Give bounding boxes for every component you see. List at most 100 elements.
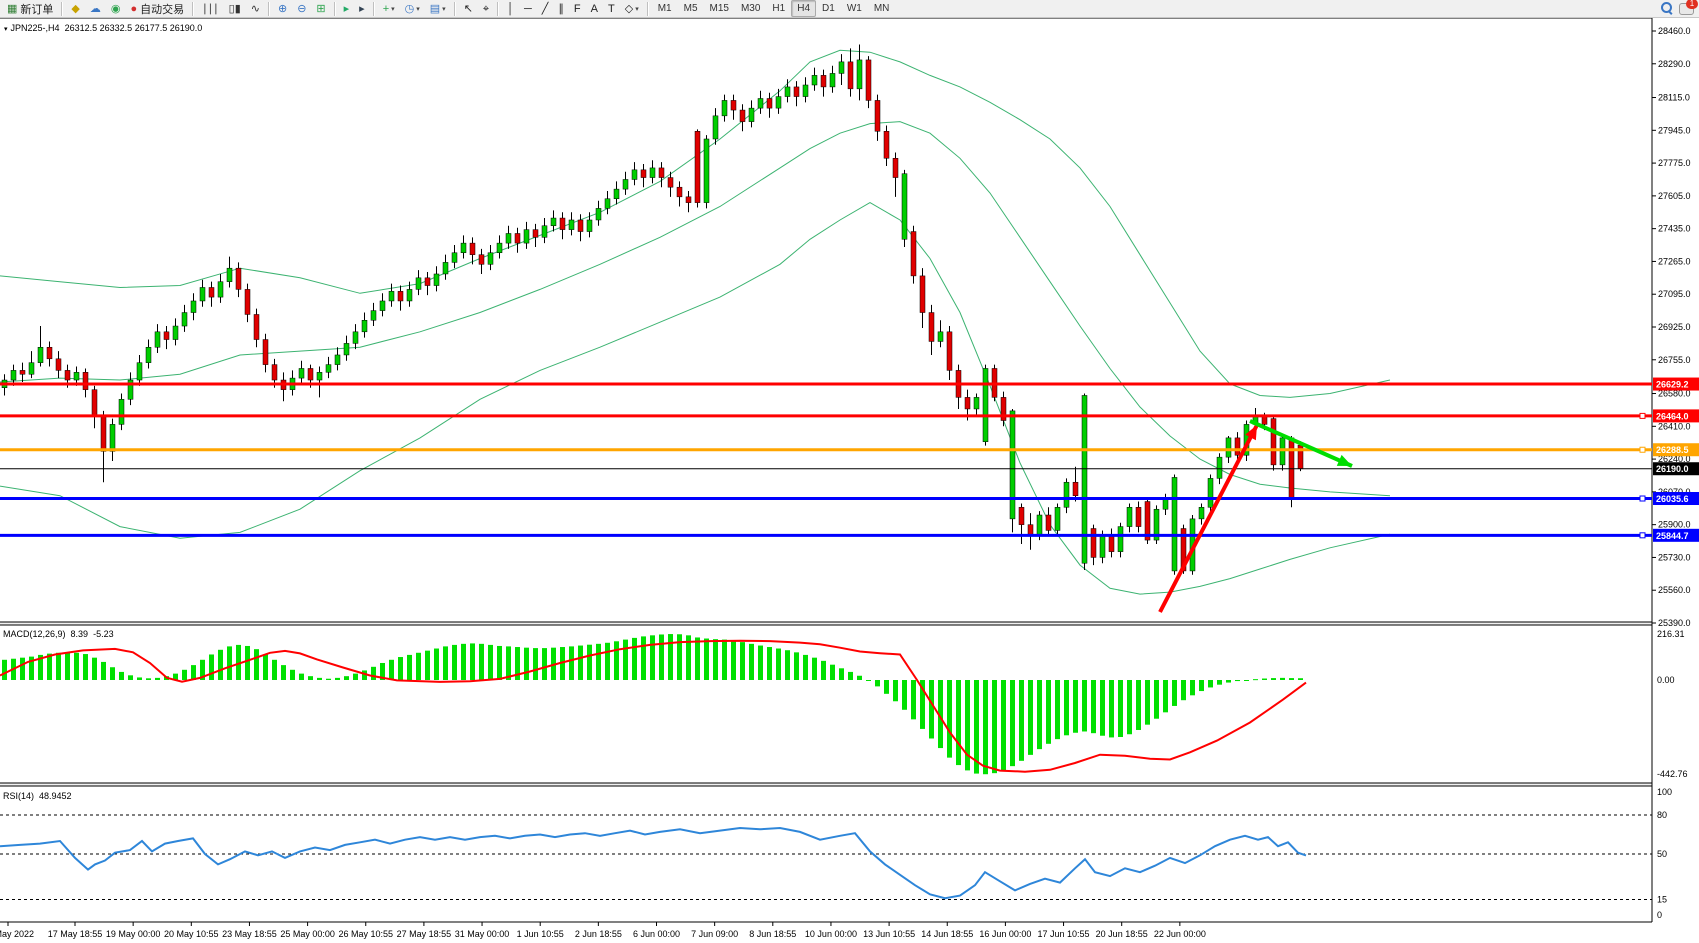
rsi-axis-label: 100 xyxy=(1657,787,1672,797)
chart-canvas[interactable]: 28460.028290.028115.027945.027775.027605… xyxy=(0,18,1699,943)
price-tick-label: 28290.0 xyxy=(1658,59,1691,69)
price-tick-label: 27095.0 xyxy=(1658,289,1691,299)
chart-shift-icon: ▸ xyxy=(359,2,365,16)
symbol-name: JPN225-,H4 xyxy=(11,23,60,33)
time-axis-label: 6 Jun 00:00 xyxy=(633,929,680,939)
price-tick-label: 27265.0 xyxy=(1658,256,1691,266)
toolbar-separator xyxy=(334,2,336,16)
bar-high: 26332.5 xyxy=(100,23,133,33)
main-toolbar: ▦新订单◆☁◉●自动交易∣∣∣▯▮∿⊕⊖⊞▸▸+▾◷▾▤▾↖⌖│─╱∥FAT◇▾… xyxy=(0,0,1699,18)
signals-icon: ◉ xyxy=(111,2,121,16)
macd-name: MACD(12,26,9) xyxy=(3,629,66,639)
timeframe-m1-button[interactable]: M1 xyxy=(652,0,678,17)
timeframe-d1-button[interactable]: D1 xyxy=(816,0,841,17)
support-line-1-tag: 26035.6 xyxy=(1653,492,1699,505)
dropdown-caret-icon: ▾ xyxy=(416,5,420,13)
time-axis-label: 16 Jun 00:00 xyxy=(979,929,1031,939)
zoom-out-button[interactable]: ⊖ xyxy=(293,0,310,18)
arrows-button[interactable]: ◇▾ xyxy=(621,0,643,18)
timeframe-h4-button[interactable]: H4 xyxy=(791,0,816,17)
timeframe-mn-button[interactable]: MN xyxy=(868,0,896,17)
search-icon[interactable] xyxy=(1661,2,1673,14)
toolbar-separator xyxy=(454,2,456,16)
timeframe-toolbar: M1M5M15M30H1H4D1W1MN xyxy=(652,0,896,17)
new-order-button[interactable]: ▦新订单 xyxy=(3,0,57,18)
text-button[interactable]: A xyxy=(587,0,602,18)
tile-windows-icon: ⊞ xyxy=(316,2,325,16)
bar-low: 26177.5 xyxy=(135,23,168,33)
cursor-button[interactable]: ↖ xyxy=(460,0,477,18)
time-axis-label: 22 Jun 00:00 xyxy=(1154,929,1206,939)
timeframe-w1-button[interactable]: W1 xyxy=(841,0,868,17)
resistance-line-1-tag: 26629.2 xyxy=(1653,378,1699,391)
price-tick-label: 28460.0 xyxy=(1658,26,1691,36)
zoom-in-button[interactable]: ⊕ xyxy=(274,0,291,18)
vertical-line-button[interactable]: │ xyxy=(503,0,518,18)
time-axis-label: 2 Jun 18:55 xyxy=(575,929,622,939)
text-label-button[interactable]: T xyxy=(604,0,619,18)
support-line-2-tag: 25844.7 xyxy=(1653,529,1699,542)
candlestick-chart-icon: ▯▮ xyxy=(229,2,241,16)
fibonacci-button[interactable]: F xyxy=(570,0,585,18)
price-tick-label: 25900.0 xyxy=(1658,520,1691,530)
price-tick-label: 25390.0 xyxy=(1658,618,1691,628)
timeframe-h1-button[interactable]: H1 xyxy=(766,0,791,17)
macd-axis-label: 216.31 xyxy=(1657,629,1685,639)
time-axis-label: 27 May 18:55 xyxy=(397,929,452,939)
templates-icon: ▤ xyxy=(430,2,440,16)
time-axis-label: 20 May 10:55 xyxy=(164,929,219,939)
resistance-line-2-handle xyxy=(1640,413,1645,418)
time-axis-label: 7 Jun 09:00 xyxy=(691,929,738,939)
dropdown-caret-icon: ▾ xyxy=(635,5,639,13)
macd-axis-label: 0.00 xyxy=(1657,675,1675,685)
dropdown-caret-icon: ▾ xyxy=(391,5,395,13)
publish-button[interactable]: ☁ xyxy=(86,0,105,18)
auto-scroll-button[interactable]: ▸ xyxy=(340,0,354,18)
candlestick-chart-button[interactable]: ▯▮ xyxy=(225,0,245,18)
periods-icon: ◷ xyxy=(405,2,415,16)
toolbar-buttons: ▦新订单◆☁◉●自动交易∣∣∣▯▮∿⊕⊖⊞▸▸+▾◷▾▤▾↖⌖│─╱∥FAT◇▾ xyxy=(2,0,652,18)
svg-text:25844.7: 25844.7 xyxy=(1656,531,1689,541)
support-line-2-handle xyxy=(1640,533,1645,538)
vertical-line-icon: │ xyxy=(507,2,514,16)
toolbar-right: 1 xyxy=(1661,1,1695,15)
toolbar-separator xyxy=(373,2,375,16)
resistance-line-2-tag: 26464.0 xyxy=(1653,409,1699,422)
time-axis-label: 20 Jun 18:55 xyxy=(1096,929,1148,939)
crosshair-button[interactable]: ⌖ xyxy=(479,0,493,18)
indicators-button[interactable]: +▾ xyxy=(379,0,399,18)
tile-windows-button[interactable]: ⊞ xyxy=(312,0,329,18)
collapse-arrow-icon[interactable]: ▾ xyxy=(4,25,8,33)
pivot-line-handle xyxy=(1640,447,1645,452)
new-order-icon: ▦ xyxy=(7,2,17,16)
price-tick-label: 26755.0 xyxy=(1658,355,1691,365)
channel-icon: ∥ xyxy=(558,2,564,16)
timeframe-m30-button[interactable]: M30 xyxy=(735,0,766,17)
metaeditor-button[interactable]: ◆ xyxy=(67,0,83,18)
time-axis-label: 23 May 18:55 xyxy=(222,929,277,939)
timeframe-m5-button[interactable]: M5 xyxy=(678,0,704,17)
bar-chart-button[interactable]: ∣∣∣ xyxy=(198,0,223,18)
autotrading-button[interactable]: ●自动交易 xyxy=(126,0,188,18)
templates-button[interactable]: ▤▾ xyxy=(426,0,450,18)
trendline-icon: ╱ xyxy=(542,2,549,16)
horizontal-line-button[interactable]: ─ xyxy=(520,0,536,18)
toolbar-separator xyxy=(647,2,649,16)
trendline-button[interactable]: ╱ xyxy=(538,0,553,18)
price-tick-label: 25730.0 xyxy=(1658,552,1691,562)
chart-shift-button[interactable]: ▸ xyxy=(355,0,369,18)
signals-button[interactable]: ◉ xyxy=(107,0,125,18)
line-chart-button[interactable]: ∿ xyxy=(247,0,264,18)
time-axis-label: 17 Jun 10:55 xyxy=(1038,929,1090,939)
rsi-axis-label: 15 xyxy=(1657,895,1667,905)
time-axis-label: 8 Jun 18:55 xyxy=(749,929,796,939)
time-axis: 16 May 202217 May 18:5519 May 00:0020 Ma… xyxy=(0,922,1206,939)
timeframe-m15-button[interactable]: M15 xyxy=(704,0,735,17)
mt4-window: { "toolbar": { "buttons": [ {"name":"new… xyxy=(0,0,1699,943)
periods-button[interactable]: ◷▾ xyxy=(401,0,424,18)
svg-text:26629.2: 26629.2 xyxy=(1656,380,1689,390)
channel-button[interactable]: ∥ xyxy=(554,0,568,18)
notifications-icon[interactable]: 1 xyxy=(1679,1,1695,15)
time-axis-label: 14 Jun 18:55 xyxy=(921,929,973,939)
bar-open: 26312.5 xyxy=(65,23,98,33)
